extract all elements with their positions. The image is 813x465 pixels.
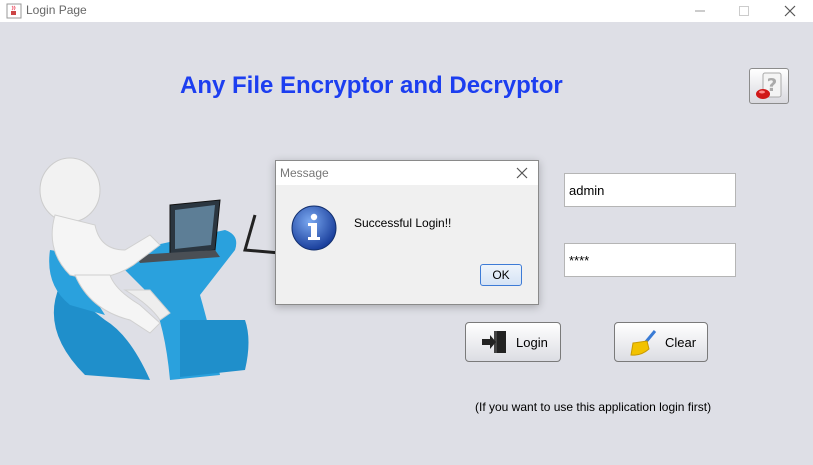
broom-icon: [630, 330, 657, 356]
username-field[interactable]: [564, 173, 736, 207]
message-dialog: Message Successful Login!! OK: [275, 160, 539, 305]
maximize-icon: [739, 6, 749, 16]
help-button[interactable]: ?: [749, 68, 789, 104]
help-question-icon: ?: [756, 72, 782, 99]
page-title: Any File Encryptor and Decryptor: [180, 72, 563, 99]
minimize-button[interactable]: [680, 0, 720, 22]
login-button-label: Login: [516, 335, 548, 350]
close-icon: [784, 5, 796, 17]
window-title: Login Page: [26, 3, 87, 17]
dialog-titlebar: Message: [276, 161, 538, 185]
info-icon: [291, 205, 337, 251]
clear-button-label: Clear: [665, 335, 697, 350]
minimize-icon: [695, 10, 705, 12]
door-enter-icon: [482, 331, 506, 353]
password-field[interactable]: [564, 243, 736, 277]
dialog-close-icon[interactable]: [514, 165, 530, 181]
window-titlebar: Login Page: [0, 0, 813, 22]
ok-button[interactable]: OK: [480, 264, 522, 286]
maximize-button[interactable]: [724, 0, 764, 22]
dialog-title: Message: [280, 166, 329, 180]
user-at-laptop-illustration: [39, 157, 281, 380]
login-button[interactable]: Login: [465, 322, 561, 362]
java-coffee-cup-icon: [6, 3, 22, 19]
dialog-message: Successful Login!!: [354, 216, 452, 230]
clear-button[interactable]: Clear: [614, 322, 708, 362]
close-button[interactable]: [770, 0, 810, 22]
login-hint-text: (If you want to use this application log…: [475, 400, 712, 414]
